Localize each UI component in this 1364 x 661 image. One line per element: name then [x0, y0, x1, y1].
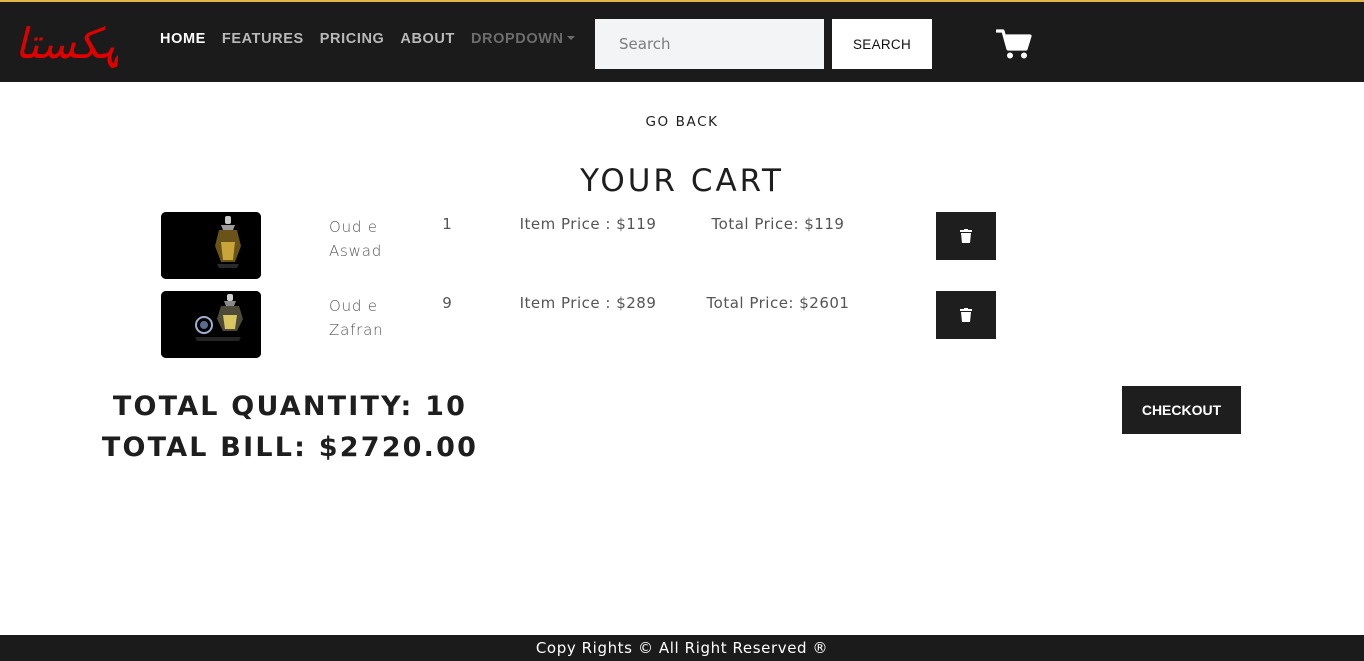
item-total-price: Total Price: $119 — [711, 215, 845, 233]
cart-item-row: Oud e Zafran 9 Item Price : $289 Total P… — [0, 291, 1364, 361]
shopping-cart-icon[interactable] — [996, 28, 1032, 60]
svg-text:مہکستان: مہکستان — [14, 19, 118, 69]
nav-link-about[interactable]: ABOUT — [400, 31, 455, 47]
brand-logo[interactable]: مہکستان — [14, 8, 118, 78]
footer: Copy Rights © All Right Reserved ® — [0, 635, 1364, 661]
search-button[interactable]: SEARCH — [832, 19, 932, 69]
nav-link-dropdown[interactable]: DROPDOWN — [471, 31, 575, 47]
dropdown-label: DROPDOWN — [470, 31, 564, 47]
nav-links: HOME FEATURES PRICING ABOUT DROPDOWN — [160, 31, 591, 47]
item-price: Item Price : $289 — [519, 294, 657, 312]
delete-item-button[interactable] — [936, 212, 996, 260]
checkout-button[interactable]: CHECKOUT — [1122, 386, 1241, 434]
cart-item-row: Oud e Aswad 1 Item Price : $119 Total Pr… — [0, 212, 1364, 282]
nav-link-home[interactable]: HOME — [160, 31, 206, 47]
go-back-container: GO BACK — [0, 114, 1364, 130]
navbar: مہکستان HOME FEATURES PRICING ABOUT DROP… — [0, 0, 1364, 82]
item-quantity: 1 — [442, 215, 452, 233]
caret-down-icon — [566, 35, 575, 40]
search-input[interactable] — [595, 19, 824, 69]
nav-link-features[interactable]: FEATURES — [222, 31, 304, 47]
cart-summary: TOTAL QUANTITY: 10 TOTAL BILL: $2720.00 — [100, 386, 480, 468]
product-image — [161, 291, 261, 358]
item-price: Item Price : $119 — [519, 215, 657, 233]
page-title: YOUR CART — [580, 163, 784, 199]
perfume-bottle-gold-icon — [161, 212, 261, 279]
item-name: Oud e Zafran — [329, 297, 384, 339]
nav-link-pricing[interactable]: PRICING — [320, 31, 385, 47]
item-quantity: 9 — [442, 294, 452, 312]
go-back-link[interactable]: GO BACK — [645, 114, 718, 130]
perfume-bottle-crystal-icon — [161, 291, 261, 358]
product-image — [161, 212, 261, 279]
total-quantity: TOTAL QUANTITY: 10 — [112, 391, 468, 422]
footer-copyright: Copy Rights © All Right Reserved ® — [535, 639, 829, 657]
item-name: Oud e Aswad — [329, 218, 383, 260]
total-bill: TOTAL BILL: $2720.00 — [101, 432, 479, 463]
item-total-price: Total Price: $2601 — [706, 294, 850, 312]
delete-item-button[interactable] — [936, 291, 996, 339]
trash-icon — [960, 308, 972, 322]
trash-icon — [960, 229, 972, 243]
